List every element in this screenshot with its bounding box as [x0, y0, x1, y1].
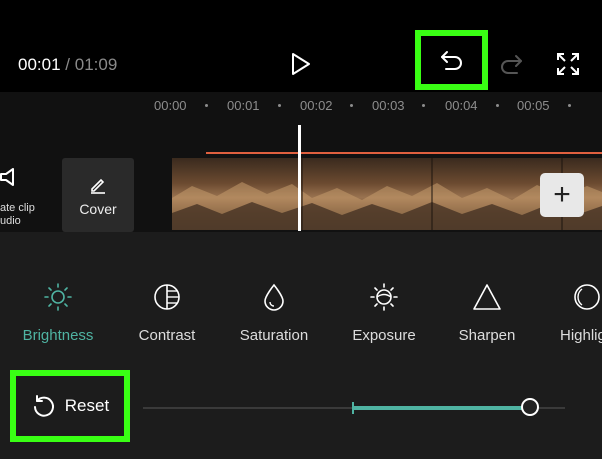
redo-icon [501, 55, 522, 74]
ruler-dot [205, 104, 208, 107]
timeline-marker-line [206, 152, 602, 154]
audio-clip-label-2: udio [0, 215, 21, 227]
cover-label: Cover [79, 201, 117, 217]
ruler-tick: 00:05 [517, 98, 550, 113]
ruler-tick: 00:03 [372, 98, 405, 113]
tool-highlights[interactable]: Highlig [560, 282, 602, 344]
tool-label: Highlig [560, 327, 602, 344]
undo-icon [440, 51, 462, 70]
tool-label: Contrast [138, 327, 196, 344]
tool-label: Saturation [239, 327, 309, 344]
ruler-tick: 00:00 [154, 98, 187, 113]
time-display: 00:01 / 01:09 [18, 55, 117, 75]
ruler-dot [496, 104, 499, 107]
video-thumbnails [172, 158, 602, 230]
brightness-slider-fill [353, 406, 531, 410]
pencil-icon [91, 178, 105, 194]
current-time: 00:01 [18, 55, 61, 74]
playhead[interactable] [298, 125, 301, 231]
ruler-tick: 00:02 [300, 98, 333, 113]
ruler-dot [422, 104, 425, 107]
ruler-tick: 00:01 [227, 98, 260, 113]
tool-saturation[interactable]: Saturation [238, 282, 310, 344]
tool-label: Brightness [22, 327, 94, 344]
play-button[interactable] [286, 50, 316, 78]
ruler-dot [350, 104, 353, 107]
droplet-icon [264, 283, 284, 311]
brightness-slider-handle[interactable] [521, 398, 539, 416]
speaker-icon [0, 168, 14, 186]
tool-brightness[interactable]: Brightness [22, 282, 94, 344]
video-clip[interactable] [172, 158, 602, 230]
redo-button[interactable] [496, 50, 526, 78]
reset-label: Reset [64, 396, 110, 415]
add-clip-button[interactable]: + [540, 173, 584, 217]
ruler-tick: 00:04 [445, 98, 478, 113]
ruler-dot [568, 104, 571, 107]
reset-button[interactable]: Reset [10, 370, 130, 442]
audio-clip-label: ate clip [0, 202, 35, 214]
exposure-icon [370, 283, 398, 311]
play-icon [292, 53, 310, 75]
triangle-icon [473, 284, 501, 310]
top-toolbar [0, 0, 602, 92]
highlight-icon [574, 284, 600, 310]
ruler-dot [278, 104, 281, 107]
tool-label: Exposure [352, 327, 416, 344]
contrast-icon [154, 284, 180, 310]
tool-contrast[interactable]: Contrast [136, 282, 198, 344]
reset-icon [33, 395, 54, 417]
total-time: 01:09 [74, 55, 118, 74]
tool-label: Sharpen [458, 327, 516, 344]
tool-exposure[interactable]: Exposure [352, 282, 416, 344]
slider-center-mark [352, 402, 354, 414]
fullscreen-icon [557, 53, 579, 75]
fullscreen-button[interactable] [553, 50, 583, 78]
time-separator: / [65, 55, 71, 74]
undo-button[interactable] [415, 30, 488, 90]
tool-sharpen[interactable]: Sharpen [458, 282, 516, 344]
cover-button[interactable]: Cover [62, 158, 134, 232]
audio-clip-button[interactable]: ate clip udio [0, 166, 40, 227]
sun-icon [44, 283, 72, 311]
